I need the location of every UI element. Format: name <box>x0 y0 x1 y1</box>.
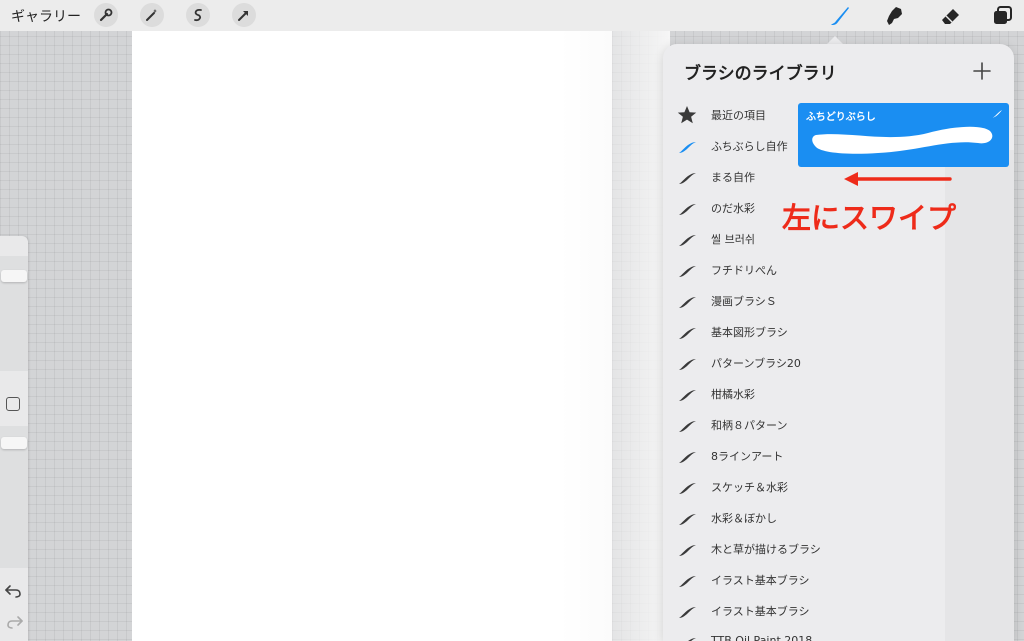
plus-icon <box>973 62 991 80</box>
brush-set-item[interactable]: 木と草が描けるブラシ <box>672 535 872 563</box>
brush-tool[interactable] <box>827 3 853 29</box>
drawing-canvas[interactable] <box>132 31 612 641</box>
brush-set-label: 水彩＆ぼかし <box>711 512 777 525</box>
brush-set-item[interactable]: 柑橘水彩 <box>672 380 872 408</box>
brush-stroke-preview <box>812 126 993 154</box>
brush-set-item[interactable]: TTB Oil Paint 2018 <box>672 628 872 641</box>
layers-tool[interactable] <box>990 3 1016 29</box>
brush-stroke-icon <box>679 359 696 370</box>
size-slider-thumb[interactable] <box>1 270 27 282</box>
swipe-left-arrow <box>844 172 952 186</box>
adjustments-button[interactable] <box>140 3 164 27</box>
brush-set-label: TTB Oil Paint 2018 <box>711 634 813 641</box>
brush-stroke-icon <box>679 452 696 463</box>
brush-stroke-icon <box>679 328 696 339</box>
brush-stroke-icon <box>992 110 1002 118</box>
brush-set-label: 木と草が描けるブラシ <box>711 543 821 556</box>
brush-set-label: パターンブラシ20 <box>711 357 801 370</box>
brush-stroke-icon <box>688 638 696 641</box>
brush-set-label: のだ水彩 <box>711 202 755 215</box>
wrench-icon <box>99 8 113 22</box>
brush-stroke-icon <box>679 483 696 494</box>
size-slider[interactable] <box>0 256 28 371</box>
brush-stroke-icon <box>679 297 696 308</box>
transform-arrow-icon <box>238 11 248 21</box>
layers-icon <box>994 6 1012 24</box>
smudge-icon <box>887 7 902 25</box>
brush-set-label: 씰 브러쉬 <box>711 233 755 246</box>
actions-button[interactable] <box>94 3 118 27</box>
undo-icon <box>5 585 21 598</box>
selection-button[interactable] <box>186 3 210 27</box>
brush-set-label: 8ラインアート <box>711 450 784 463</box>
brush-set-label: 漫画ブラシＳ <box>711 295 777 308</box>
brush-stroke-icon <box>679 607 696 618</box>
brush-set-item[interactable]: 漫画ブラシＳ <box>672 287 872 315</box>
brush-icon <box>831 7 849 25</box>
brush-set-item[interactable]: イラスト基本ブラシ <box>672 566 872 594</box>
brush-stroke-icon <box>679 173 696 184</box>
brush-set-item[interactable]: 8ラインアート <box>672 442 872 470</box>
add-brush-set-button[interactable] <box>971 60 993 82</box>
gallery-button[interactable]: ギャラリー <box>11 6 81 26</box>
eraser-tool[interactable] <box>937 3 963 29</box>
brush-set-label: イラスト基本ブラシ <box>711 605 810 618</box>
swipe-annotation: 左にスワイプ <box>782 201 957 235</box>
eraser-icon <box>942 9 959 24</box>
brush-stroke-icon <box>679 235 696 246</box>
left-sidebar <box>0 236 28 641</box>
panel-title: ブラシのライブラリ <box>684 64 837 84</box>
brush-set-item[interactable]: イラスト基本ブラシ <box>672 597 872 625</box>
brush-set-item[interactable]: 基本図形ブラシ <box>672 318 872 346</box>
brush-stroke-icon <box>679 390 696 401</box>
brush-stroke-icon <box>679 142 696 153</box>
redo-button[interactable] <box>4 613 24 631</box>
smudge-tool[interactable] <box>881 3 907 29</box>
brush-set-item[interactable]: パターンブラシ20 <box>672 349 872 377</box>
brush-set-item[interactable]: フチドリぺん <box>672 256 872 284</box>
undo-button[interactable] <box>4 582 24 600</box>
brush-set-item[interactable]: 和柄８パターン <box>672 411 872 439</box>
brush-set-label: まる自作 <box>711 171 755 184</box>
opacity-slider-thumb[interactable] <box>1 437 27 449</box>
brush-set-label: イラスト基本ブラシ <box>711 574 810 587</box>
star-icon <box>677 106 697 124</box>
top-toolbar: ギャラリー <box>0 0 1024 31</box>
brush-set-label: スケッチ＆水彩 <box>711 481 788 494</box>
opacity-slider[interactable] <box>0 426 28 568</box>
selected-brush-card[interactable]: ふちどりぶらし <box>798 103 1009 167</box>
brush-stroke-icon <box>679 514 696 525</box>
brush-set-label: フチドリぺん <box>711 264 777 277</box>
brush-set-label: 柑橘水彩 <box>711 388 755 401</box>
brush-stroke-icon <box>679 545 696 556</box>
brush-set-item[interactable]: 水彩＆ぼかし <box>672 504 872 532</box>
brush-set-label: 和柄８パターン <box>711 419 788 432</box>
selection-icon <box>194 8 202 22</box>
brush-stroke-icon <box>679 421 696 432</box>
magic-wand-icon <box>146 9 157 21</box>
redo-icon <box>7 616 23 629</box>
brush-set-label: 最近の項目 <box>711 109 766 122</box>
brush-stroke-icon <box>679 204 696 215</box>
brush-set-item[interactable]: スケッチ＆水彩 <box>672 473 872 501</box>
brush-set-label: 基本図形ブラシ <box>711 326 788 339</box>
brush-set-label: ふちぶらし自作 <box>711 140 788 153</box>
brush-stroke-icon <box>679 576 696 587</box>
modify-button[interactable] <box>6 397 20 411</box>
canvas-edge-shadow <box>560 31 670 641</box>
brush-stroke-icon <box>679 266 696 277</box>
transform-button[interactable] <box>232 3 256 27</box>
